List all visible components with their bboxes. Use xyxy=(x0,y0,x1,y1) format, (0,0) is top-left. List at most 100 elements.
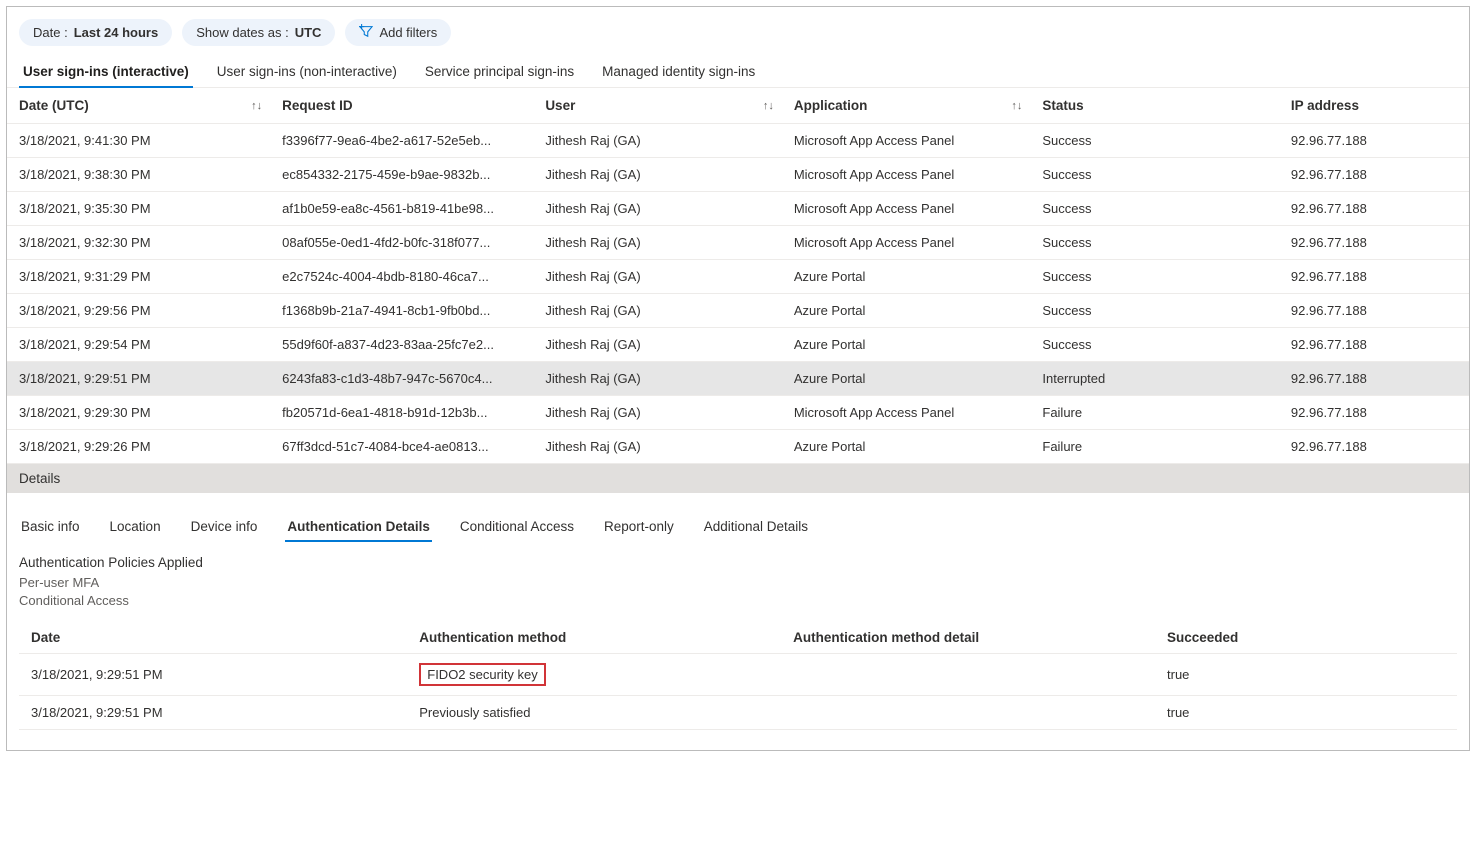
filter-show-dates-value: UTC xyxy=(295,25,322,40)
table-row[interactable]: 3/18/2021, 9:29:26 PM67ff3dcd-51c7-4084-… xyxy=(7,430,1469,464)
detail-tab-device-info[interactable]: Device info xyxy=(189,513,260,542)
detail-tab-auth-details[interactable]: Authentication Details xyxy=(285,513,432,542)
cell-method: Previously satisfied xyxy=(407,696,781,730)
table-row[interactable]: 3/18/2021, 9:31:29 PMe2c7524c-4004-4bdb-… xyxy=(7,260,1469,294)
col-header-status[interactable]: Status xyxy=(1030,88,1279,124)
cell-status: Success xyxy=(1030,294,1279,328)
cell-status: Success xyxy=(1030,260,1279,294)
cell-app: Azure Portal xyxy=(782,260,1031,294)
table-row[interactable]: 3/18/2021, 9:29:51 PM FIDO2 security key t… xyxy=(19,654,1457,696)
cell-user: Jithesh Raj (GA) xyxy=(533,192,782,226)
detail-tab-additional-details[interactable]: Additional Details xyxy=(702,513,810,542)
filter-show-dates-label: Show dates as : xyxy=(196,25,289,40)
table-row[interactable]: 3/18/2021, 9:35:30 PMaf1b0e59-ea8c-4561-… xyxy=(7,192,1469,226)
cell-app: Microsoft App Access Panel xyxy=(782,396,1031,430)
table-row[interactable]: 3/18/2021, 9:29:51 PMPreviously satisfie… xyxy=(19,696,1457,730)
cell-req: f1368b9b-21a7-4941-8cb1-9fb0bd... xyxy=(270,294,533,328)
sort-icon: ↑↓ xyxy=(251,100,262,112)
col-header-request-id[interactable]: Request ID xyxy=(270,88,533,124)
table-row[interactable]: 3/18/2021, 9:38:30 PMec854332-2175-459e-… xyxy=(7,158,1469,192)
filter-show-dates[interactable]: Show dates as : UTC xyxy=(182,19,335,46)
col-header-user[interactable]: User ↑↓ xyxy=(533,88,782,124)
auth-policies-list: Per-user MFA Conditional Access xyxy=(19,574,1457,610)
cell-req: 55d9f60f-a837-4d23-83aa-25fc7e2... xyxy=(270,328,533,362)
table-row[interactable]: 3/18/2021, 9:41:30 PMf3396f77-9ea6-4be2-… xyxy=(7,124,1469,158)
cell-req: 08af055e-0ed1-4fd2-b0fc-318f077... xyxy=(270,226,533,260)
sort-icon: ↑↓ xyxy=(763,100,774,112)
cell-date: 3/18/2021, 9:29:30 PM xyxy=(7,396,270,430)
cell-status: Failure xyxy=(1030,396,1279,430)
table-row[interactable]: 3/18/2021, 9:29:51 PM6243fa83-c1d3-48b7-… xyxy=(7,362,1469,396)
cell-date: 3/18/2021, 9:29:51 PM xyxy=(19,696,407,730)
table-row[interactable]: 3/18/2021, 9:32:30 PM08af055e-0ed1-4fd2-… xyxy=(7,226,1469,260)
detail-tab-basic-info[interactable]: Basic info xyxy=(19,513,82,542)
signin-table: Date (UTC) ↑↓ Request ID User ↑↓ Applica… xyxy=(7,88,1469,464)
cell-user: Jithesh Raj (GA) xyxy=(533,158,782,192)
cell-status: Failure xyxy=(1030,430,1279,464)
col-header-date[interactable]: Date (UTC) ↑↓ xyxy=(7,88,270,124)
cell-status: Success xyxy=(1030,328,1279,362)
details-header: Details xyxy=(7,464,1469,493)
auth-col-method[interactable]: Authentication method xyxy=(407,622,781,654)
cell-user: Jithesh Raj (GA) xyxy=(533,362,782,396)
detail-tab-report-only[interactable]: Report-only xyxy=(602,513,676,542)
col-header-application[interactable]: Application ↑↓ xyxy=(782,88,1031,124)
auth-policy-item: Conditional Access xyxy=(19,592,1457,610)
cell-app: Azure Portal xyxy=(782,430,1031,464)
tab-service-principal-signins[interactable]: Service principal sign-ins xyxy=(421,56,578,87)
cell-date: 3/18/2021, 9:29:54 PM xyxy=(7,328,270,362)
cell-date: 3/18/2021, 9:31:29 PM xyxy=(7,260,270,294)
auth-policies-label: Authentication Policies Applied xyxy=(19,555,1457,570)
cell-status: Success xyxy=(1030,124,1279,158)
cell-succeeded: true xyxy=(1155,654,1457,696)
auth-col-date[interactable]: Date xyxy=(19,622,407,654)
cell-app: Microsoft App Access Panel xyxy=(782,158,1031,192)
cell-ip: 92.96.77.188 xyxy=(1279,124,1469,158)
detail-tab-location[interactable]: Location xyxy=(108,513,163,542)
cell-status: Success xyxy=(1030,226,1279,260)
cell-user: Jithesh Raj (GA) xyxy=(533,260,782,294)
cell-date: 3/18/2021, 9:29:56 PM xyxy=(7,294,270,328)
signins-tab-group: User sign-ins (interactive) User sign-in… xyxy=(7,56,1469,88)
cell-status: Success xyxy=(1030,192,1279,226)
cell-app: Azure Portal xyxy=(782,294,1031,328)
cell-req: ec854332-2175-459e-b9ae-9832b... xyxy=(270,158,533,192)
cell-req: 6243fa83-c1d3-48b7-947c-5670c4... xyxy=(270,362,533,396)
filter-date[interactable]: Date : Last 24 hours xyxy=(19,19,172,46)
cell-date: 3/18/2021, 9:29:26 PM xyxy=(7,430,270,464)
auth-col-succeeded[interactable]: Succeeded xyxy=(1155,622,1457,654)
cell-ip: 92.96.77.188 xyxy=(1279,396,1469,430)
cell-date: 3/18/2021, 9:32:30 PM xyxy=(7,226,270,260)
tab-interactive-signins[interactable]: User sign-ins (interactive) xyxy=(19,56,193,87)
sort-icon: ↑↓ xyxy=(1011,100,1022,112)
col-header-ip[interactable]: IP address xyxy=(1279,88,1469,124)
table-row[interactable]: 3/18/2021, 9:29:56 PMf1368b9b-21a7-4941-… xyxy=(7,294,1469,328)
table-row[interactable]: 3/18/2021, 9:29:30 PMfb20571d-6ea1-4818-… xyxy=(7,396,1469,430)
cell-req: fb20571d-6ea1-4818-b91d-12b3b... xyxy=(270,396,533,430)
cell-user: Jithesh Raj (GA) xyxy=(533,396,782,430)
filter-date-value: Last 24 hours xyxy=(74,25,159,40)
cell-user: Jithesh Raj (GA) xyxy=(533,294,782,328)
cell-user: Jithesh Raj (GA) xyxy=(533,430,782,464)
auth-details-table: Date Authentication method Authenticatio… xyxy=(19,622,1457,730)
cell-method: FIDO2 security key xyxy=(407,654,781,696)
cell-date: 3/18/2021, 9:29:51 PM xyxy=(7,362,270,396)
auth-col-method-detail[interactable]: Authentication method detail xyxy=(781,622,1155,654)
cell-ip: 92.96.77.188 xyxy=(1279,260,1469,294)
cell-date: 3/18/2021, 9:29:51 PM xyxy=(19,654,407,696)
add-filters-button[interactable]: Add filters xyxy=(345,19,451,46)
detail-tab-conditional-access[interactable]: Conditional Access xyxy=(458,513,576,542)
cell-req: f3396f77-9ea6-4be2-a617-52e5eb... xyxy=(270,124,533,158)
table-row[interactable]: 3/18/2021, 9:29:54 PM55d9f60f-a837-4d23-… xyxy=(7,328,1469,362)
cell-ip: 92.96.77.188 xyxy=(1279,294,1469,328)
cell-status: Interrupted xyxy=(1030,362,1279,396)
cell-user: Jithesh Raj (GA) xyxy=(533,328,782,362)
tab-managed-identity-signins[interactable]: Managed identity sign-ins xyxy=(598,56,759,87)
highlight-annotation: FIDO2 security key xyxy=(419,663,546,686)
cell-app: Microsoft App Access Panel xyxy=(782,124,1031,158)
tab-noninteractive-signins[interactable]: User sign-ins (non-interactive) xyxy=(213,56,401,87)
filter-bar: Date : Last 24 hours Show dates as : UTC… xyxy=(7,15,1469,56)
detail-tab-group: Basic info Location Device info Authenti… xyxy=(7,493,1469,543)
cell-method-detail xyxy=(781,696,1155,730)
add-filters-label: Add filters xyxy=(379,25,437,40)
